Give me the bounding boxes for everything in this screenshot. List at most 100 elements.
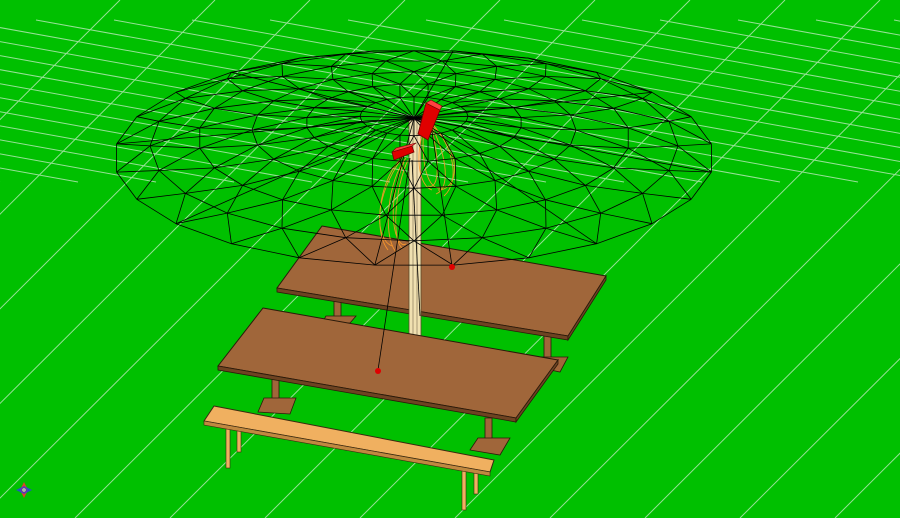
canopy-edge [452, 102, 461, 107]
bench-leg-right [461, 469, 467, 511]
grid-line [425, 19, 900, 106]
canopy-edge [328, 125, 368, 147]
canopy-edge [257, 127, 308, 146]
canopy-edge [413, 91, 653, 119]
canopy-edge [306, 127, 315, 138]
canopy-edge [613, 167, 670, 171]
canopy-edge [332, 79, 349, 93]
canopy-edge [226, 213, 232, 244]
canopy-edge [596, 213, 602, 244]
canopy-edge [570, 107, 614, 116]
canopy-edge [494, 66, 498, 80]
canopy-edge [158, 120, 200, 129]
canopy-edge [528, 227, 547, 259]
canopy-edge [528, 170, 546, 201]
canopy-edge [545, 185, 586, 201]
canopy-edge [282, 199, 332, 211]
canopy-edge [479, 79, 496, 93]
canopy-edge [642, 193, 653, 224]
canopy-edge [455, 79, 496, 88]
canopy-edge [399, 71, 415, 85]
canopy-edge [413, 117, 597, 245]
canopy-edge [306, 107, 315, 118]
canopy-edge [442, 209, 497, 216]
canopy-edge [242, 185, 283, 201]
light-target-front [375, 368, 381, 374]
canopy-edge [570, 129, 577, 146]
canopy-edge [465, 116, 469, 122]
canopy-edge [585, 185, 602, 214]
canopy-edge [242, 90, 274, 102]
canopy-edge [545, 76, 586, 92]
canopy-edge [545, 63, 547, 77]
bench-leg-left [225, 427, 231, 469]
canopy-edge [313, 137, 329, 147]
canopy-edge [642, 193, 692, 200]
canopy-edge [545, 227, 597, 245]
bench[interactable] [203, 405, 495, 511]
canopy-edge [513, 107, 571, 116]
canopy-edge [175, 212, 228, 225]
canopy-edge [499, 137, 515, 147]
canopy-edge [494, 180, 546, 201]
canopy-edge [585, 167, 614, 186]
canopy-edge [136, 198, 177, 225]
canopy-edge [281, 227, 300, 259]
canopy-edge [175, 71, 232, 93]
grid-line [549, 168, 900, 518]
canopy-edge [585, 185, 643, 194]
3d-viewport[interactable] [0, 0, 900, 518]
canopy-edge [467, 115, 522, 129]
canopy-edge [427, 86, 456, 98]
canopy-edge [372, 86, 388, 100]
grid-line [815, 19, 900, 36]
canopy-edge [440, 99, 453, 103]
canopy-edge [479, 91, 500, 100]
canopy-edge [494, 170, 529, 181]
canopy-edge [273, 98, 329, 102]
canopy-edge [585, 78, 601, 92]
grid-line [834, 452, 900, 518]
canopy-edge [528, 243, 597, 259]
canopy-edge [455, 86, 480, 93]
canopy-edge [158, 167, 215, 171]
table-rear-leg-right [543, 333, 552, 361]
canopy-edge [199, 147, 215, 169]
canopy-edge [332, 180, 373, 187]
canopy-edge [494, 180, 498, 210]
canopy-edge [481, 209, 498, 238]
scene-canvas[interactable] [0, 0, 900, 518]
canopy-edge [386, 132, 401, 136]
canopy-edge [554, 90, 586, 102]
canopy-edge [677, 143, 712, 147]
canopy-edge [482, 237, 529, 259]
canopy-edge [367, 102, 376, 107]
light-fixture-upper[interactable] [417, 99, 443, 141]
canopy-edge [482, 227, 547, 239]
canopy-edge [479, 145, 500, 154]
canopy-edge [454, 73, 457, 87]
canopy-edge [231, 227, 283, 245]
canopy-edge [677, 145, 712, 173]
canopy-edge [331, 185, 373, 211]
canopy-edge [328, 145, 349, 154]
canopy-edge [372, 83, 400, 88]
axis-gizmo-icon[interactable] [16, 482, 32, 498]
canopy-edge [375, 99, 388, 103]
canopy-edge [281, 199, 283, 229]
canopy-edge [367, 125, 376, 131]
canopy-edge [257, 107, 315, 116]
canopy-edge [427, 97, 442, 100]
bench-seat[interactable] [203, 405, 495, 473]
canopy-edge [175, 91, 186, 99]
canopy-edge [214, 100, 274, 109]
canopy-edge [460, 125, 500, 147]
canopy-edge [136, 193, 186, 200]
canopy-edge [499, 98, 515, 109]
canopy-edge [281, 209, 332, 229]
canopy-edge [499, 145, 555, 160]
canopy-edge [545, 212, 601, 229]
canopy-edge [227, 212, 283, 229]
canopy-edge [455, 73, 496, 80]
bench-seat-edge [203, 420, 491, 477]
